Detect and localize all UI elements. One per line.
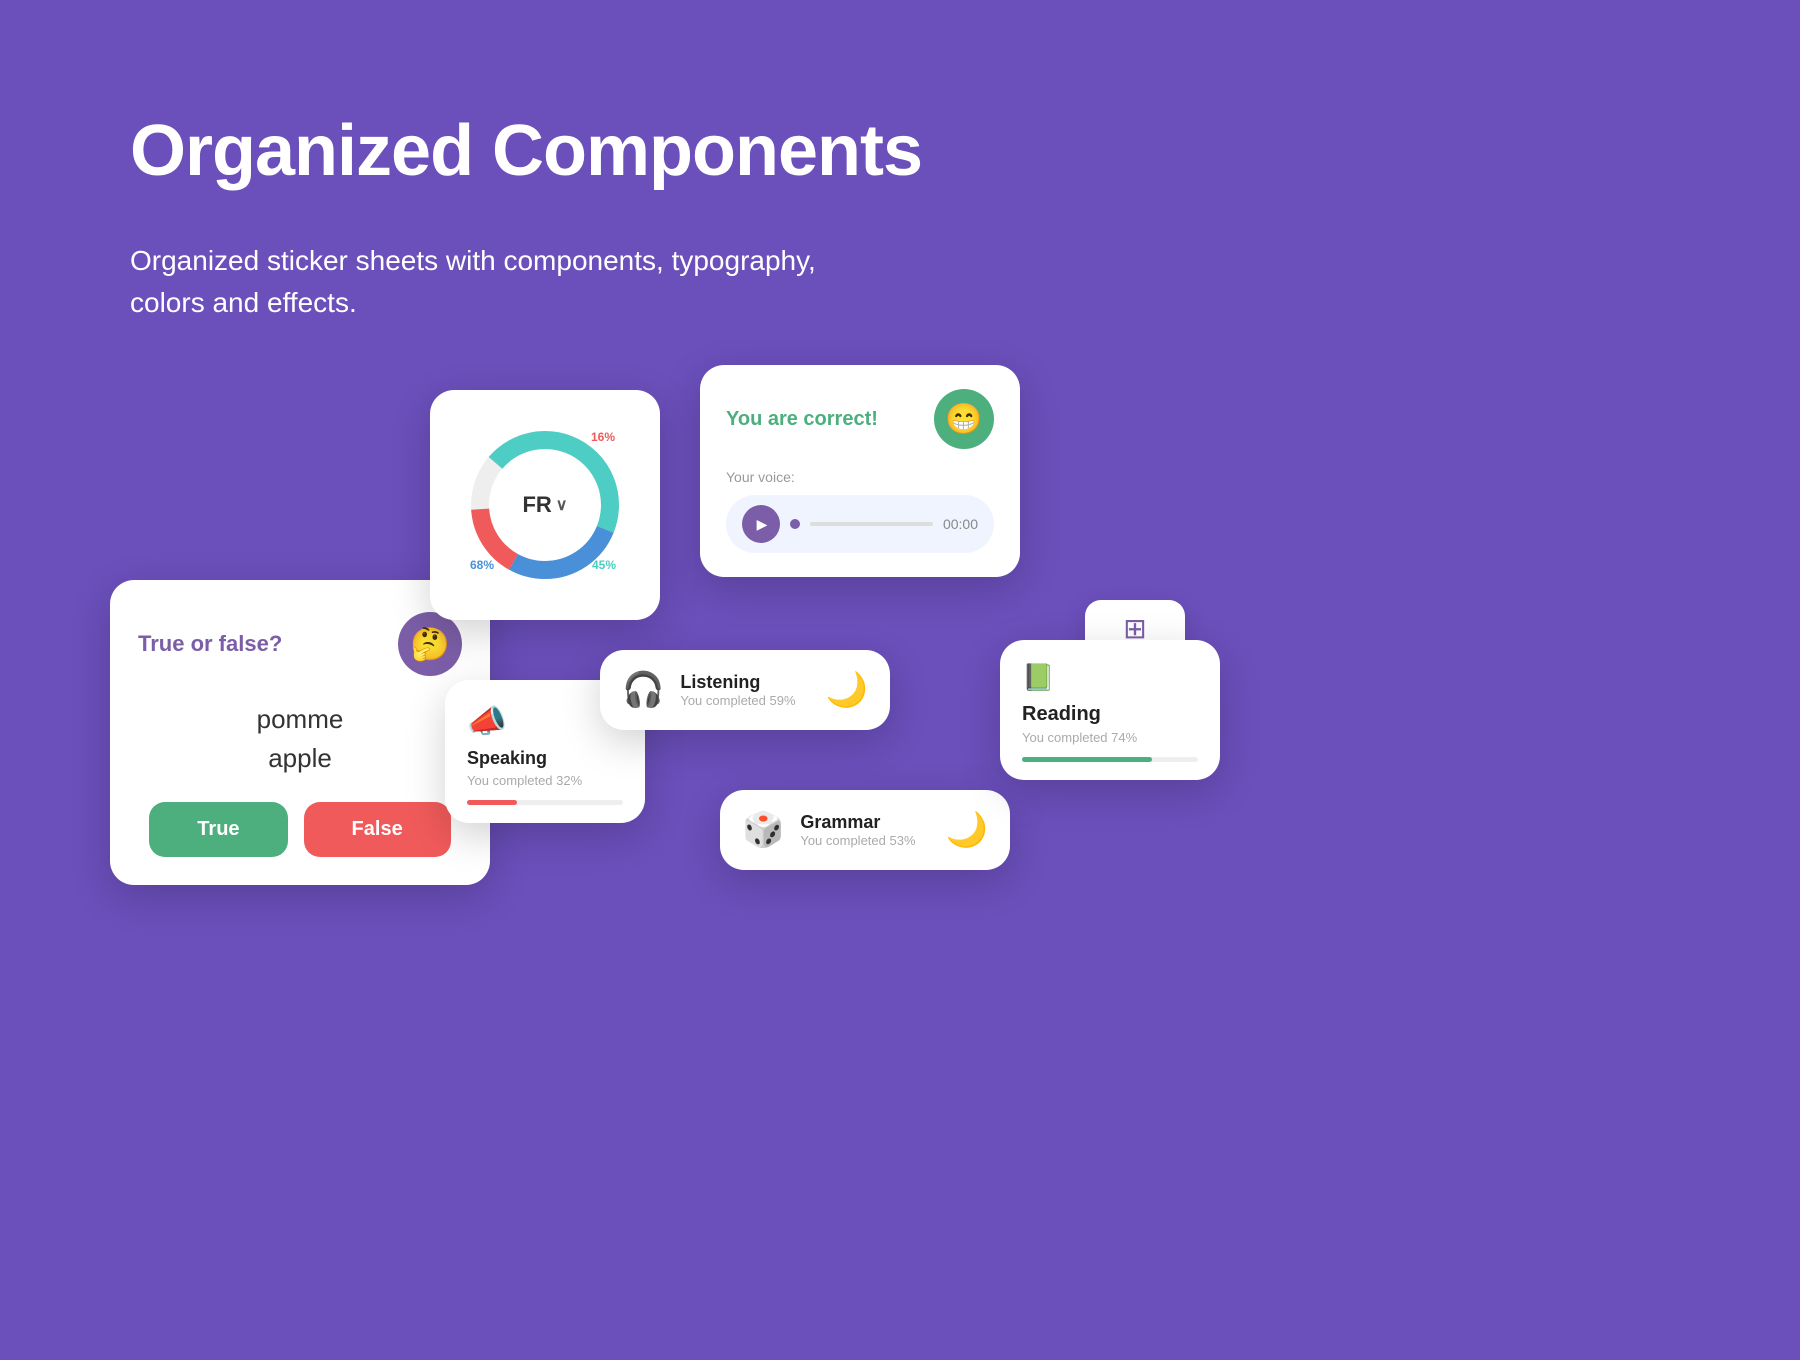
grammar-text: Grammar You completed 53% — [800, 812, 915, 848]
false-button[interactable]: False — [304, 802, 451, 857]
correct-header: You are correct! 😁 — [726, 389, 994, 449]
grammar-subtitle: You completed 53% — [800, 833, 915, 848]
donut-label[interactable]: FR ∨ — [522, 492, 567, 518]
book-icon: 📗 — [1022, 662, 1198, 693]
true-false-title: True or false? — [138, 631, 282, 657]
donut-chart: FR ∨ 16% 68% 45% — [460, 420, 630, 590]
listening-subtitle: You completed 59% — [680, 693, 795, 708]
reading-progress-bar — [1022, 757, 1198, 762]
correct-card: You are correct! 😁 Your voice: 00:00 — [700, 365, 1020, 577]
true-false-card: True or false? 🤔 pomme apple True False — [110, 580, 490, 885]
true-button[interactable]: True — [149, 802, 287, 857]
true-false-header: True or false? 🤔 — [138, 612, 462, 676]
playhead-indicator — [790, 519, 800, 529]
answer-buttons: True False — [138, 802, 462, 857]
correct-title: You are correct! — [726, 408, 878, 431]
listening-text: Listening You completed 59% — [680, 672, 795, 708]
word-french: pomme — [138, 704, 462, 735]
moon-icon: 🌙 — [826, 670, 868, 710]
reading-title: Reading — [1022, 703, 1198, 726]
grammar-card: 🎲 Grammar You completed 53% 🌙 — [720, 790, 1010, 870]
voice-label: Your voice: — [726, 469, 994, 485]
headphones-icon: 🎧 — [622, 670, 664, 710]
donut-chart-card: FR ∨ 16% 68% 45% — [430, 390, 660, 620]
play-button[interactable] — [742, 505, 780, 543]
speaking-subtitle: You completed 32% — [467, 773, 623, 788]
word-english: apple — [138, 743, 462, 774]
listening-title: Listening — [680, 672, 795, 693]
speaking-progress-fill — [467, 800, 517, 805]
speaking-progress-bar — [467, 800, 623, 805]
thinking-emoji: 🤔 — [398, 612, 462, 676]
audio-timeline[interactable] — [810, 522, 933, 526]
moon-yellow-icon: 🌙 — [946, 810, 988, 850]
reading-card: 📗 Reading You completed 74% — [1000, 640, 1220, 780]
reading-subtitle: You completed 74% — [1022, 730, 1198, 745]
speaking-title: Speaking — [467, 748, 623, 769]
page-title: Organized Components — [130, 110, 922, 192]
grammar-icon: 🎲 — [742, 810, 784, 850]
page-subtitle: Organized sticker sheets with components… — [130, 240, 816, 324]
listening-card: 🎧 Listening You completed 59% 🌙 — [600, 650, 890, 730]
happy-emoji: 😁 — [934, 389, 994, 449]
pct-blue: 68% — [470, 558, 494, 572]
time-display: 00:00 — [943, 516, 978, 532]
audio-player: 00:00 — [726, 495, 994, 553]
pct-red: 16% — [591, 430, 615, 444]
reading-progress-fill — [1022, 757, 1152, 762]
pct-teal: 45% — [592, 558, 616, 572]
grammar-title: Grammar — [800, 812, 915, 833]
dropdown-arrow-icon: ∨ — [556, 495, 568, 515]
